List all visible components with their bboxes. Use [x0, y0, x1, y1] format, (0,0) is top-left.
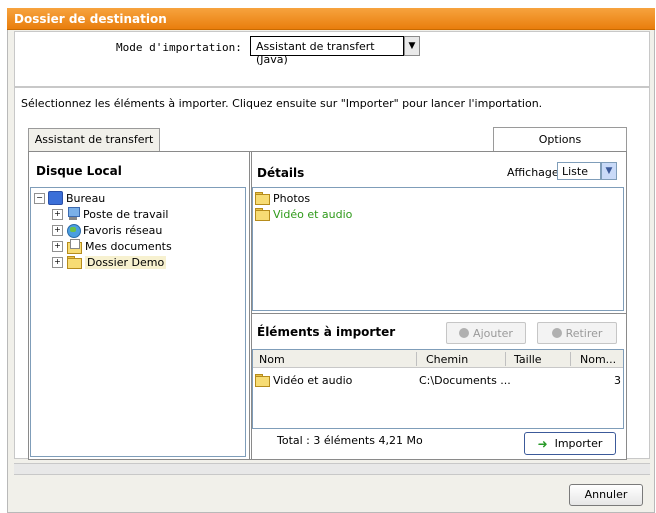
row-path: C:\Documents ...: [419, 374, 511, 387]
tree-item-label: Bureau: [66, 191, 106, 205]
folder-icon: [66, 255, 82, 269]
tree-item-bureau[interactable]: − Bureau: [34, 190, 105, 206]
network-icon: [66, 223, 81, 238]
import-title: Éléments à importer: [257, 325, 396, 339]
tab-assistant[interactable]: Assistant de transfert: [28, 128, 160, 152]
tree-item-dossier-demo[interactable]: + Dossier Demo: [52, 254, 167, 270]
folder-icon: [254, 373, 270, 387]
remove-icon: [551, 328, 562, 338]
folder-icon: [254, 207, 270, 221]
tree-item-poste-de-travail[interactable]: + Poste de travail: [52, 206, 168, 222]
import-button-label: Importer: [554, 437, 603, 450]
column-divider[interactable]: [505, 352, 506, 366]
column-header-path[interactable]: Chemin: [426, 353, 468, 366]
collapse-icon[interactable]: −: [34, 192, 45, 204]
list-item[interactable]: Vidéo et audio: [254, 206, 352, 222]
column-header-name[interactable]: Nom: [259, 353, 285, 366]
remove-button-label: Retirer: [565, 326, 603, 340]
documents-folder-icon: [66, 239, 82, 254]
remove-button[interactable]: Retirer: [537, 322, 617, 344]
desktop-icon: [48, 191, 63, 205]
table-row[interactable]: Vidéo et audio: [254, 372, 352, 388]
expand-icon[interactable]: +: [52, 208, 63, 220]
arrow-right-icon: ➜: [537, 436, 548, 451]
details-title: Détails: [257, 166, 305, 180]
computer-icon: [66, 207, 80, 221]
add-icon: [459, 328, 470, 338]
add-button-label: Ajouter: [473, 326, 513, 340]
expand-icon[interactable]: +: [52, 256, 63, 268]
tree-item-label: Dossier Demo: [85, 255, 167, 269]
list-item[interactable]: Photos: [254, 190, 310, 206]
total-summary: Total : 3 éléments 4,21 Mo: [277, 434, 423, 447]
section-divider: [251, 313, 626, 314]
row-count: 3: [614, 374, 621, 387]
instructions-text: Sélectionnez les éléments à importer. Cl…: [21, 97, 543, 110]
tree-item-label: Favoris réseau: [83, 223, 163, 237]
tree-item-favoris-reseau[interactable]: + Favoris réseau: [52, 222, 162, 238]
tree-item-label: Poste de travail: [83, 207, 169, 221]
column-divider: [249, 152, 250, 459]
chevron-down-icon[interactable]: ▼: [404, 36, 420, 56]
chevron-down-icon[interactable]: ▼: [601, 162, 617, 180]
view-select[interactable]: Liste: [557, 162, 601, 180]
cancel-button[interactable]: Annuler: [569, 484, 643, 506]
folder-icon: [254, 191, 270, 205]
mode-label: Mode d'importation:: [116, 41, 242, 54]
add-button[interactable]: Ajouter: [446, 322, 526, 344]
list-item-label: Photos: [273, 191, 311, 205]
expand-icon[interactable]: +: [52, 224, 63, 236]
expand-icon[interactable]: +: [52, 240, 63, 252]
tab-options[interactable]: Options: [493, 127, 627, 152]
mode-select[interactable]: Assistant de transfert (Java): [250, 36, 404, 66]
disk-title: Disque Local: [36, 164, 122, 178]
tree-item-mes-documents[interactable]: + Mes documents: [52, 238, 172, 254]
list-item-label: Vidéo et audio: [273, 207, 353, 221]
column-divider[interactable]: [416, 352, 417, 366]
window-title: Dossier de destination: [14, 12, 167, 26]
column-header-size[interactable]: Taille: [514, 353, 542, 366]
column-divider[interactable]: [570, 352, 571, 366]
footer-separator: [14, 463, 650, 475]
row-name: Vidéo et audio: [273, 373, 353, 387]
import-button[interactable]: ➜ Importer: [524, 432, 616, 455]
column-header-count[interactable]: Nom...: [580, 353, 616, 366]
view-label: Affichage: [507, 166, 559, 179]
tree-item-label: Mes documents: [85, 239, 172, 253]
